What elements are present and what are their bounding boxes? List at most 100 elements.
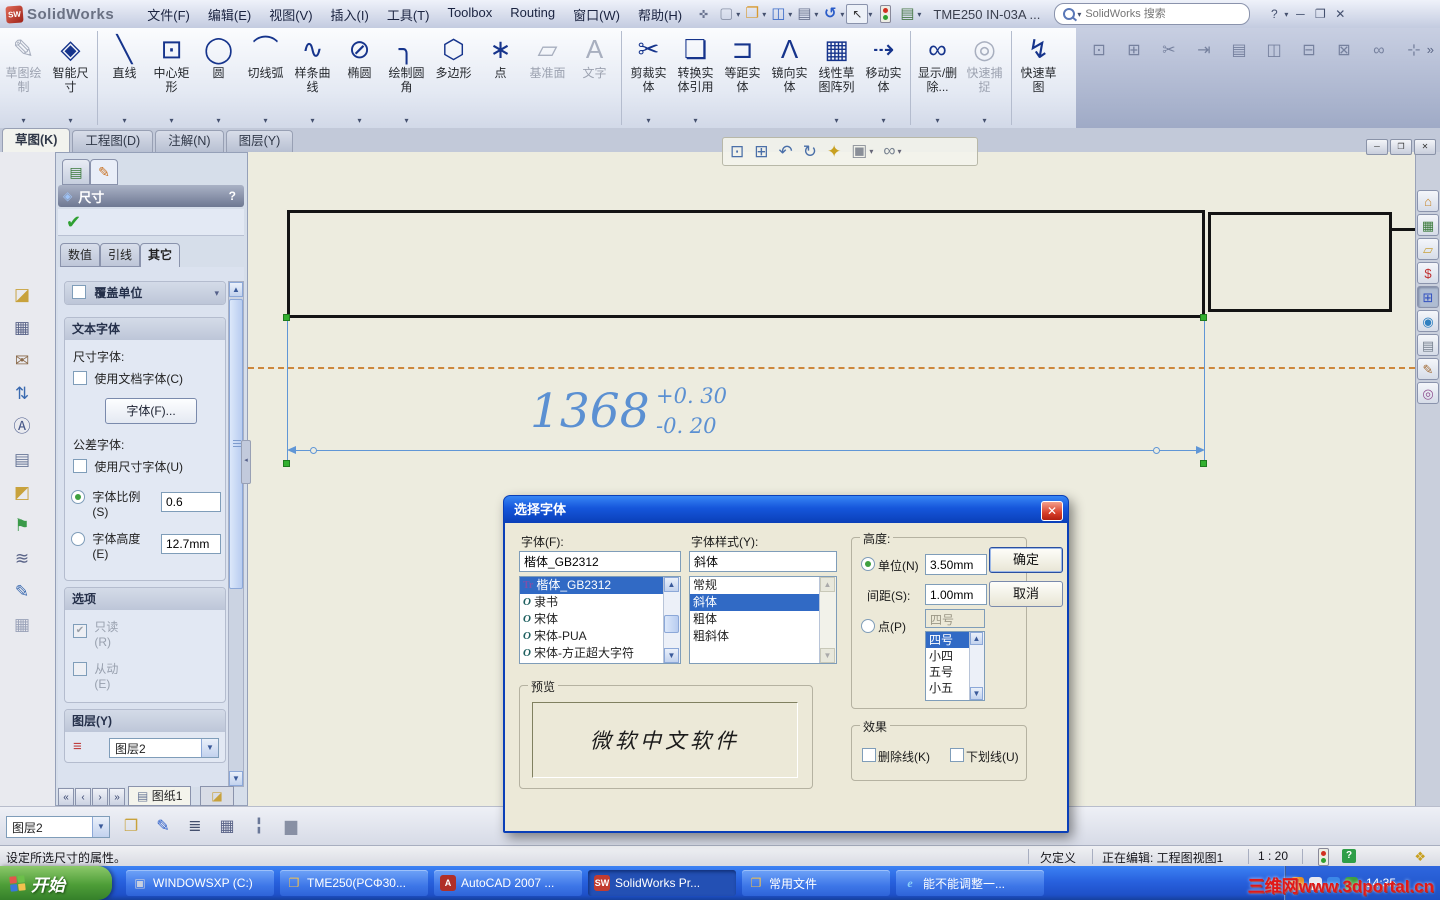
flag-icon[interactable]: ⚑ bbox=[8, 513, 36, 538]
layer-properties-icon[interactable]: ❐ bbox=[118, 814, 144, 840]
drawing-view-rectangle[interactable] bbox=[287, 210, 1205, 318]
linear-sketch-pattern-button[interactable]: ▦ 线性草图阵列 ▾ bbox=[813, 28, 860, 128]
tab-layer[interactable]: 图层(Y) bbox=[225, 130, 294, 152]
toolbar-dropdown-icon[interactable]: ▾ bbox=[263, 116, 267, 125]
text-font-header[interactable]: 文本字体 bbox=[65, 318, 225, 340]
toolbar-dropdown-icon[interactable]: ▾ bbox=[21, 116, 25, 125]
point-size-list[interactable]: 四号 小四 五号 小五 ▲ ▼ bbox=[925, 631, 985, 701]
layer-combo[interactable]: 图层2 ▼ bbox=[6, 816, 110, 838]
style-list-item[interactable]: 粗斜体 bbox=[690, 628, 836, 645]
search-input[interactable] bbox=[1083, 7, 1242, 21]
spline-button[interactable]: ∿ 样条曲线 ▾ bbox=[289, 28, 336, 128]
extension-line-left[interactable] bbox=[287, 318, 288, 464]
font-list[interactable]: Tr 楷体_GB2312 O 隶书 O 宋体 O 宋体-PUA O 宋体-方正超大字符 ▲… bbox=[519, 576, 681, 664]
display-style-icon[interactable]: ▣ bbox=[848, 139, 876, 164]
status-help-icon[interactable]: ? bbox=[1342, 849, 1356, 863]
quick-snaps-button[interactable]: ◎ 快速捕捉 ▾ bbox=[961, 28, 1008, 128]
driven-checkbox[interactable] bbox=[73, 662, 87, 676]
toolbar-dropdown-icon[interactable]: ▾ bbox=[982, 116, 986, 125]
toolbar-button[interactable]: ▾ bbox=[910, 31, 911, 125]
tangent-arc-button[interactable]: ⌒ 切线弧 ▾ bbox=[242, 28, 289, 128]
taskbar-item-ie[interactable]: e 能不能调整一... bbox=[896, 870, 1044, 896]
panel-tab-other[interactable]: 其它 bbox=[140, 243, 181, 269]
scroll-down-icon[interactable]: ▼ bbox=[970, 687, 983, 700]
dimension-tolerance-plus[interactable]: +0. 30 bbox=[656, 384, 727, 408]
child-minimize-button[interactable]: ─ bbox=[1366, 139, 1388, 155]
document-icon[interactable]: ▤ bbox=[1417, 334, 1439, 356]
polygon-button[interactable]: ⬡ 多边形 ▾ bbox=[430, 28, 477, 128]
grid-icon[interactable]: ▦ bbox=[8, 315, 36, 340]
cancel-button[interactable]: 取消 bbox=[989, 581, 1063, 607]
child-restore-button[interactable]: ❐ bbox=[1390, 139, 1412, 155]
minimize-button[interactable]: ─ bbox=[1290, 7, 1310, 21]
dimension-handle-left[interactable] bbox=[310, 447, 317, 454]
child-close-button[interactable]: ✕ bbox=[1414, 139, 1436, 155]
units-radio[interactable] bbox=[861, 557, 875, 571]
block-icon[interactable]: ◩ bbox=[8, 480, 36, 505]
selection-handle[interactable] bbox=[1200, 314, 1207, 321]
layer-select[interactable]: 图层2 ▼ bbox=[109, 738, 219, 758]
toolbar-dropdown-icon[interactable]: ▾ bbox=[404, 116, 408, 125]
toolbar-dropdown-icon[interactable]: ▾ bbox=[68, 116, 72, 125]
sheet-nav-next[interactable]: › bbox=[92, 788, 108, 806]
traffic-light-icon[interactable] bbox=[880, 5, 892, 23]
open-icon[interactable]: ❐ bbox=[742, 4, 762, 24]
scroll-up-icon[interactable]: ▲ bbox=[229, 282, 243, 297]
chevron-down-icon[interactable]: ▾ bbox=[214, 282, 219, 304]
menu-item[interactable]: 窗口(W) bbox=[564, 2, 629, 27]
add-sheet-tab[interactable]: ◪ bbox=[200, 786, 234, 806]
convert-entities-button[interactable]: ❏ 转换实体引用 ▾ bbox=[672, 28, 719, 128]
options-header[interactable]: 选项 bbox=[65, 588, 225, 610]
search-box[interactable]: ▾ bbox=[1054, 3, 1251, 25]
reverse-direction-icon[interactable]: ⇅ bbox=[8, 381, 36, 406]
spell-check-icon[interactable]: Ⓐ bbox=[8, 414, 36, 439]
pin-icon[interactable]: ✜ bbox=[699, 8, 708, 21]
toolbar-dropdown-icon[interactable]: ▾ bbox=[881, 116, 885, 125]
drawing-view-rectangle-2[interactable] bbox=[1208, 212, 1392, 312]
edge-line[interactable] bbox=[1392, 228, 1415, 231]
dimension-handle-right[interactable] bbox=[1153, 447, 1160, 454]
size-list-scrollbar[interactable]: ▲ ▼ bbox=[969, 632, 984, 700]
units-input[interactable] bbox=[925, 554, 987, 575]
select-icon[interactable]: ↖ bbox=[846, 4, 869, 24]
font-list-item[interactable]: O 隶书 bbox=[520, 594, 680, 611]
font-list-scrollbar[interactable]: ▲ ▼ bbox=[663, 577, 680, 663]
select-dropdown-icon[interactable]: ▾ bbox=[868, 10, 872, 19]
font-scale-radio[interactable] bbox=[71, 490, 85, 504]
readonly-checkbox[interactable]: ✔ bbox=[73, 624, 87, 638]
font-list-item[interactable]: O 宋体 bbox=[520, 611, 680, 628]
move-entities-button[interactable]: ⇢ 移动实体 ▾ bbox=[860, 28, 907, 128]
toolbar-dropdown-icon[interactable]: ▾ bbox=[834, 116, 838, 125]
new-dropdown-icon[interactable]: ▾ bbox=[736, 10, 740, 19]
line-style-icon[interactable]: ▦ bbox=[214, 814, 240, 840]
3d-drawing-view-icon[interactable]: ✦ bbox=[824, 140, 844, 164]
print-dropdown-icon[interactable]: ▾ bbox=[814, 10, 818, 19]
menu-item[interactable]: 帮助(H) bbox=[629, 2, 691, 27]
resources-icon[interactable]: ▦ bbox=[1417, 214, 1439, 236]
pattern-icon[interactable]: ▦ bbox=[8, 612, 36, 637]
new-document-icon[interactable]: ▢ bbox=[716, 4, 736, 24]
undo-dropdown-icon[interactable]: ▾ bbox=[840, 10, 844, 19]
panel-tab-value[interactable]: 数值 bbox=[60, 243, 101, 267]
tag-icon[interactable]: ❖ bbox=[1414, 849, 1426, 865]
zoom-area-icon[interactable]: ⊞ bbox=[751, 140, 771, 164]
toolbar-dropdown-icon[interactable]: ▾ bbox=[122, 116, 126, 125]
centerline[interactable] bbox=[248, 367, 1415, 369]
taskbar-item-explorer[interactable]: ▣ WINDOWSXP (C:) bbox=[126, 870, 274, 896]
custom-properties-icon[interactable]: ✎ bbox=[1417, 358, 1439, 380]
use-dim-font-checkbox[interactable] bbox=[73, 459, 87, 473]
menu-item[interactable]: Routing bbox=[501, 2, 564, 27]
menu-item[interactable]: 插入(I) bbox=[322, 2, 378, 27]
scrollbar-thumb[interactable] bbox=[664, 615, 679, 633]
menu-item[interactable]: Toolbox bbox=[438, 2, 501, 27]
help-dropdown-icon[interactable]: ▾ bbox=[1284, 10, 1288, 19]
taskbar-item-folder-common[interactable]: ❐ 常用文件 bbox=[742, 870, 890, 896]
ext-tool-icon-7[interactable]: ⊟ bbox=[1296, 38, 1322, 64]
ext-tool-icon-3[interactable]: ✂ bbox=[1156, 38, 1182, 64]
ext-tool-icon-6[interactable]: ◫ bbox=[1261, 38, 1287, 64]
toolbox-icon[interactable]: $ bbox=[1417, 262, 1439, 284]
font-list-item[interactable]: O 宋体-PUA bbox=[520, 628, 680, 645]
selection-handle[interactable] bbox=[283, 314, 290, 321]
stamp-icon[interactable]: ✉ bbox=[8, 348, 36, 373]
style-list-item[interactable]: 斜体 bbox=[690, 594, 836, 611]
